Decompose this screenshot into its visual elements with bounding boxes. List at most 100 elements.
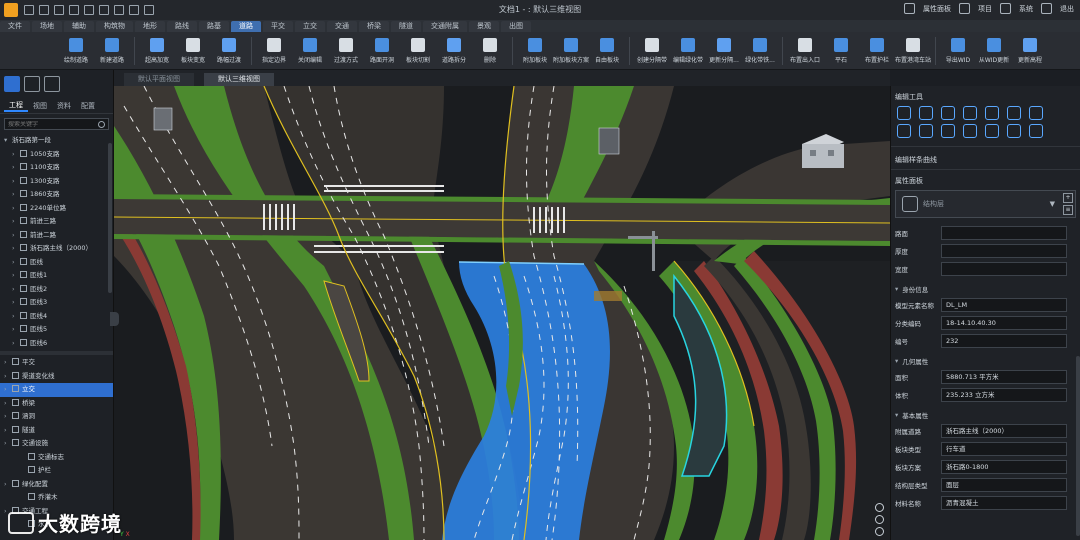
3d-viewport[interactable]: Y X bbox=[114, 86, 890, 540]
ribbon-button[interactable]: 导出WID bbox=[940, 37, 976, 64]
basic-group-header[interactable]: ▾ 基本属性 bbox=[891, 404, 1080, 422]
ribbon-button[interactable]: 指定边界 bbox=[256, 37, 292, 64]
ribbon-button[interactable]: 编辑绿化带 bbox=[670, 37, 706, 64]
chevron-down-icon[interactable]: ▾ bbox=[4, 134, 12, 148]
project-menu[interactable]: 项目 bbox=[978, 4, 992, 14]
open-file-icon[interactable] bbox=[39, 5, 49, 15]
tree-view-icon[interactable] bbox=[4, 76, 20, 92]
property-value-field[interactable]: 5880.713 平方米 bbox=[941, 370, 1067, 384]
chevron-right-icon[interactable]: › bbox=[12, 242, 20, 256]
element-type-combo[interactable]: 结构层 ▼ + ≡ bbox=[895, 190, 1076, 218]
ribbon-button[interactable]: 超高加宽 bbox=[139, 37, 175, 64]
view-tab[interactable]: 默认三维视图 bbox=[204, 73, 274, 86]
align-icon[interactable] bbox=[963, 106, 977, 120]
move-icon[interactable] bbox=[897, 106, 911, 120]
search-box[interactable] bbox=[4, 118, 109, 130]
menu-tab[interactable]: 交通附属 bbox=[423, 21, 467, 32]
category-item[interactable]: › 交通设施 bbox=[0, 437, 113, 451]
chevron-down-icon[interactable]: ▼ bbox=[1050, 200, 1055, 208]
menu-tab[interactable]: 隧道 bbox=[391, 21, 421, 32]
break-icon[interactable] bbox=[985, 124, 999, 138]
property-value-field[interactable]: 浙石路主线（2000） bbox=[941, 424, 1067, 438]
rotate-icon[interactable] bbox=[941, 106, 955, 120]
add-icon[interactable]: + bbox=[1063, 193, 1073, 203]
menu-tab[interactable]: 辅助 bbox=[64, 21, 94, 32]
menu-tab[interactable]: 路线 bbox=[167, 21, 197, 32]
ribbon-button[interactable]: 路幅过渡 bbox=[211, 37, 247, 64]
ribbon-button[interactable]: 过渡方式 bbox=[328, 37, 364, 64]
tree-item[interactable]: › 匝线3 bbox=[0, 296, 113, 310]
chevron-right-icon[interactable]: › bbox=[12, 256, 20, 270]
save-icon[interactable] bbox=[54, 5, 64, 15]
ribbon-button[interactable]: 删除 bbox=[472, 37, 508, 64]
property-value-field[interactable]: 18-14.10.40.30 bbox=[941, 316, 1067, 330]
road-model-render[interactable] bbox=[114, 86, 890, 540]
new-file-icon[interactable] bbox=[24, 5, 34, 15]
chevron-right-icon[interactable]: › bbox=[12, 296, 20, 310]
ribbon-button[interactable]: 布置港湾车站 bbox=[895, 37, 931, 64]
collapse-chevron-icon[interactable]: ▾ bbox=[895, 411, 898, 419]
panel-divider[interactable] bbox=[0, 351, 113, 355]
chamfer-icon[interactable] bbox=[941, 124, 955, 138]
category-item[interactable]: › 立交 bbox=[0, 383, 113, 397]
ribbon-button[interactable]: 布置护栏 bbox=[859, 37, 895, 64]
menu-tab[interactable]: 平交 bbox=[263, 21, 293, 32]
tree-item[interactable]: › 匝线6 bbox=[0, 337, 113, 351]
tree-item[interactable]: › 匝线2 bbox=[0, 283, 113, 297]
browser-tab[interactable]: 配置 bbox=[76, 101, 100, 111]
ribbon-button[interactable]: 板块切割 bbox=[400, 37, 436, 64]
system-gear-icon[interactable] bbox=[1000, 3, 1011, 14]
chevron-right-icon[interactable]: › bbox=[4, 437, 12, 451]
category-item[interactable]: › 平交 bbox=[0, 356, 113, 370]
settings-icon[interactable] bbox=[144, 5, 154, 15]
menu-tab[interactable]: 场地 bbox=[32, 21, 62, 32]
category-item[interactable]: › 绿化配置 bbox=[0, 478, 113, 492]
bus-stop-model[interactable] bbox=[153, 107, 173, 131]
property-value-field[interactable]: 面层 bbox=[941, 478, 1067, 492]
edit-spline-label[interactable]: 编辑样条曲线 bbox=[891, 151, 1080, 169]
tree-item[interactable]: › 1100支路 bbox=[0, 161, 113, 175]
search-icon[interactable] bbox=[98, 120, 105, 128]
chevron-right-icon[interactable]: › bbox=[4, 356, 12, 370]
chevron-right-icon[interactable]: › bbox=[12, 175, 20, 189]
category-item[interactable]: 乔灌木 bbox=[0, 491, 113, 505]
tree-item[interactable]: › 1300支路 bbox=[0, 175, 113, 189]
menu-tab[interactable]: 文件 bbox=[0, 21, 30, 32]
mirror-icon[interactable] bbox=[1007, 106, 1021, 120]
category-item[interactable]: › 桥梁 bbox=[0, 397, 113, 411]
chevron-right-icon[interactable]: › bbox=[12, 283, 20, 297]
layer-view-icon[interactable] bbox=[44, 76, 60, 92]
chevron-right-icon[interactable]: › bbox=[12, 202, 20, 216]
system-menu[interactable]: 系统 bbox=[1019, 4, 1033, 14]
category-item[interactable]: › 涵洞 bbox=[0, 410, 113, 424]
browser-tab[interactable]: 工程 bbox=[4, 100, 28, 112]
tree-item[interactable]: › 1860支路 bbox=[0, 188, 113, 202]
menu-tab[interactable]: 立交 bbox=[295, 21, 325, 32]
tree-scrollbar[interactable] bbox=[108, 143, 112, 293]
menu-tab[interactable]: 桥梁 bbox=[359, 21, 389, 32]
ribbon-button[interactable]: 自由板块 bbox=[589, 37, 625, 64]
menu-tab[interactable]: 构筑物 bbox=[96, 21, 133, 32]
chevron-right-icon[interactable]: › bbox=[12, 323, 20, 337]
menu-tab[interactable]: 景观 bbox=[469, 21, 499, 32]
property-value-field[interactable]: 行车道 bbox=[941, 442, 1067, 456]
chevron-right-icon[interactable]: › bbox=[4, 424, 12, 438]
chevron-right-icon[interactable]: › bbox=[4, 397, 12, 411]
redo-icon[interactable] bbox=[114, 5, 124, 15]
tree-item[interactable]: › 前进二路 bbox=[0, 229, 113, 243]
ribbon-button[interactable]: 从WID更新 bbox=[976, 37, 1012, 64]
chevron-right-icon[interactable]: › bbox=[12, 269, 20, 283]
grid-view-icon[interactable] bbox=[24, 76, 40, 92]
ribbon-button[interactable]: 绿化带铁... bbox=[742, 37, 778, 64]
browser-tab[interactable]: 视图 bbox=[28, 101, 52, 111]
join-icon[interactable] bbox=[963, 124, 977, 138]
category-item[interactable]: › 渠道变化线 bbox=[0, 370, 113, 384]
ribbon-button[interactable]: 创建分隔带 bbox=[634, 37, 670, 64]
ribbon-button[interactable]: 附加板块方案 bbox=[553, 37, 589, 64]
category-item[interactable]: › 隧道 bbox=[0, 424, 113, 438]
chevron-right-icon[interactable]: › bbox=[12, 188, 20, 202]
ribbon-button[interactable]: 附加板块 bbox=[517, 37, 553, 64]
undo-icon[interactable] bbox=[99, 5, 109, 15]
ribbon-button[interactable]: 平石 bbox=[823, 37, 859, 64]
category-item[interactable]: 护栏 bbox=[0, 464, 113, 478]
